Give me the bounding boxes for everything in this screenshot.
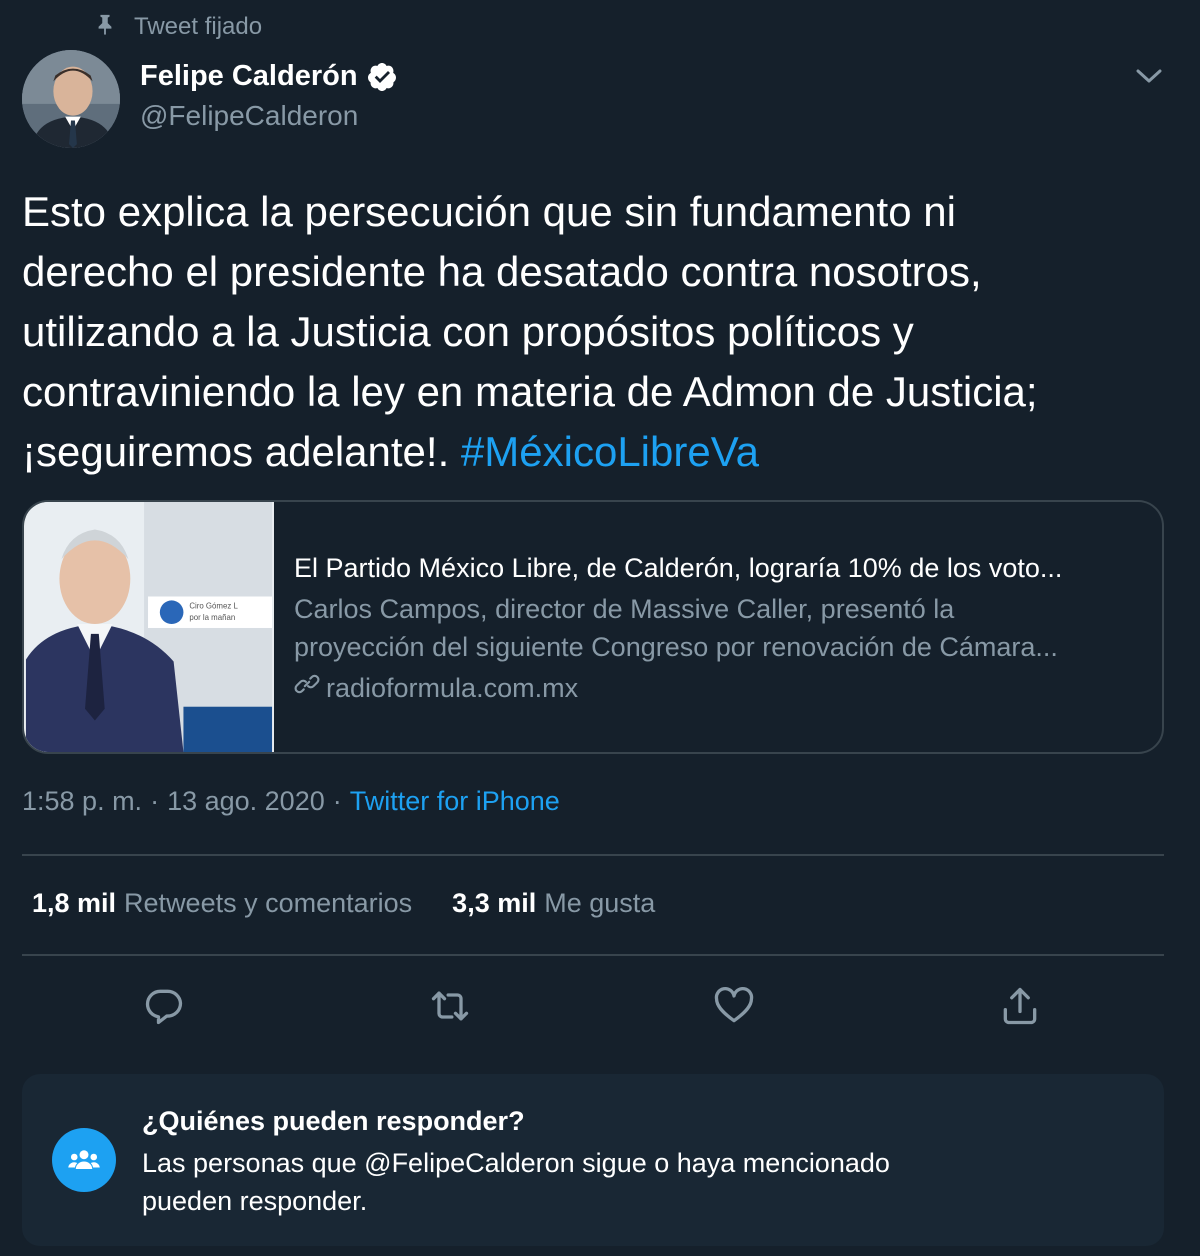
author-display-name[interactable]: Felipe Calderón	[140, 60, 358, 93]
share-icon[interactable]	[998, 984, 1042, 1028]
verified-badge-icon	[366, 61, 398, 93]
card-thumbnail: Ciro Gómez L por la mañan	[24, 502, 274, 752]
svg-text:por la mañan: por la mañan	[189, 613, 235, 622]
card-description: Carlos Campos, director de Massive Calle…	[294, 590, 1142, 666]
tweet-stats: 1,8 mil Retweets y comentarios 3,3 mil Me …	[32, 888, 655, 919]
author-name-row[interactable]: Felipe Calderón	[140, 60, 398, 93]
like-heart-icon[interactable]	[712, 984, 756, 1028]
tweet-text-line: utilizando a la Justicia con propósitos …	[22, 308, 914, 355]
tweet-text-line: Esto explica la persecución que sin fund…	[22, 188, 956, 235]
card-description-line: proyección del siguiente Congreso por re…	[294, 632, 1058, 662]
tweet-text: Esto explica la persecución que sin fund…	[22, 182, 1182, 482]
tweet-text-line: derecho el presidente ha desatado contra…	[22, 248, 982, 295]
tweet-meta: 1:58 p. m. · 13 ago. 2020 · Twitter for …	[22, 786, 560, 817]
retweets-label: Retweets y comentarios	[124, 888, 413, 918]
retweets-stat[interactable]: 1,8 mil Retweets y comentarios	[32, 888, 412, 919]
card-domain-row: radioformula.com.mx	[294, 670, 1142, 706]
likes-count: 3,3 mil	[452, 888, 537, 918]
people-group-icon	[52, 1128, 116, 1192]
pinned-label-row: Tweet fijado	[94, 12, 262, 42]
hashtag-link[interactable]: #MéxicoLibreVa	[461, 428, 759, 475]
divider	[22, 854, 1164, 856]
author-handle[interactable]: @FelipeCalderon	[140, 100, 358, 132]
link-icon	[294, 670, 320, 706]
avatar[interactable]	[22, 50, 120, 148]
card-body: El Partido México Libre, de Calderón, lo…	[274, 502, 1162, 752]
link-preview-card[interactable]: Ciro Gómez L por la mañan El Partido Méx…	[22, 500, 1164, 754]
reply-restriction-text: Las personas que @FelipeCalderon sigue o…	[142, 1144, 1042, 1220]
reply-restriction-title: ¿Quiénes pueden responder?	[142, 1106, 525, 1136]
reply-restriction-line: Las personas que @FelipeCalderon sigue o…	[142, 1148, 890, 1178]
retweets-count: 1,8 mil	[32, 888, 117, 918]
pinned-text: Tweet fijado	[134, 13, 263, 40]
tweet-date[interactable]: 13 ago. 2020	[167, 786, 325, 817]
tweet-time[interactable]: 1:58 p. m.	[22, 786, 142, 817]
card-description-line: Carlos Campos, director de Massive Calle…	[294, 594, 955, 624]
chevron-down-icon[interactable]	[1132, 62, 1166, 90]
likes-stat[interactable]: 3,3 mil Me gusta	[452, 888, 655, 919]
pin-icon	[94, 13, 116, 42]
tweet-text-line-end: ¡seguiremos adelante!.	[22, 428, 450, 475]
tweet-text-line: contraviniendo la ley en materia de Admo…	[22, 368, 1038, 415]
svg-text:Ciro Gómez L: Ciro Gómez L	[189, 601, 238, 610]
likes-label: Me gusta	[544, 888, 656, 918]
meta-separator: ·	[332, 786, 342, 816]
divider	[22, 954, 1164, 956]
reply-restriction-notice: ¿Quiénes pueden responder? Las personas …	[22, 1074, 1164, 1246]
reply-icon[interactable]	[142, 984, 186, 1028]
tweet-text-line: ¡seguiremos adelante!. #MéxicoLibreVa	[22, 422, 1182, 482]
meta-separator: ·	[150, 786, 160, 816]
retweet-icon[interactable]	[428, 984, 472, 1028]
reply-restriction-line: pueden responder.	[142, 1186, 368, 1216]
tweet-actions-bar	[0, 984, 1200, 1034]
tweet-source-link[interactable]: Twitter for iPhone	[350, 786, 560, 817]
card-title[interactable]: El Partido México Libre, de Calderón, lo…	[294, 550, 1142, 586]
card-domain: radioformula.com.mx	[326, 673, 579, 703]
